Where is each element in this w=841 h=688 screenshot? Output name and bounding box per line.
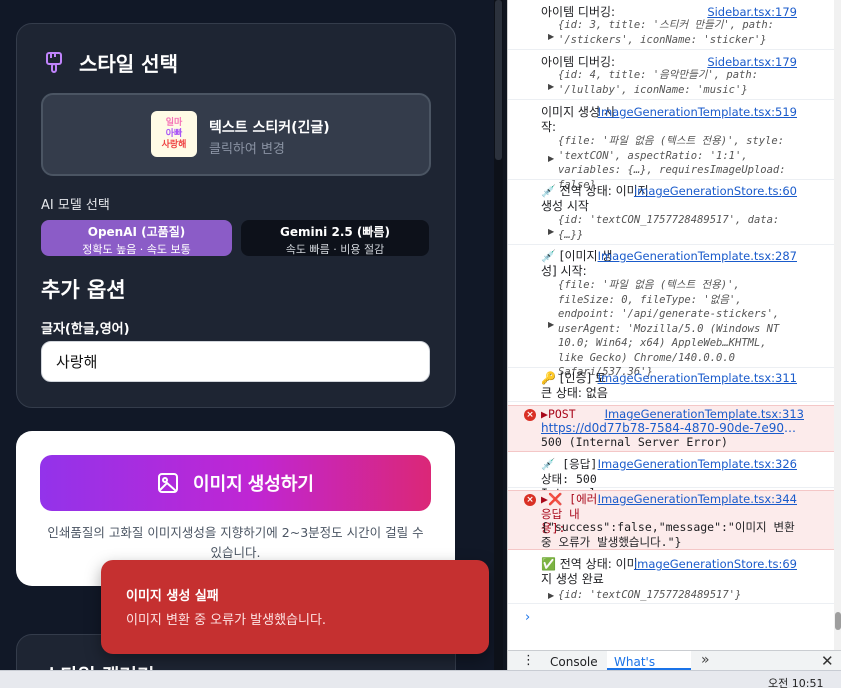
log-body: {"success":false,"message":"이미지 변환 중 오류가…	[541, 520, 795, 549]
log-source-link[interactable]: ImageGenerationTemplate.tsx:326	[598, 457, 797, 472]
expand-triangle-icon[interactable]: ▶	[548, 30, 554, 45]
error-icon: ×	[524, 409, 536, 421]
tab-label: What's new	[614, 655, 656, 670]
model-option-title: Gemini 2.5 (빠름)	[280, 225, 390, 239]
log-text: ▶POST	[541, 407, 576, 421]
log-object[interactable]: {id: 3, title: '스티커 만들기', path: '/sticke…	[558, 18, 798, 47]
gallery-title: 스타일 갤러리	[43, 661, 155, 670]
selected-style-card[interactable]: 일마 아빠 사랑해 텍스트 스티커(긴글) 클릭하여 변경	[41, 93, 431, 176]
sticker-line: 일마	[165, 117, 183, 128]
app-viewport: 스타일 선택 일마 아빠 사랑해 텍스트 스티커(긴글) 클릭하여 변경 AI …	[0, 0, 503, 670]
console-log-entry: 💉 [응답] 상태: 500 Internal Server Error Ima…	[508, 456, 834, 529]
close-drawer-icon[interactable]: ✕	[821, 652, 834, 670]
console-log-entry: 💉 전역 상태: 이미지 생성 시작 imageGenerationStore.…	[508, 183, 834, 245]
log-method: POST	[547, 407, 576, 421]
toast-message: 이미지 변환 중 오류가 발생했습니다.	[126, 613, 327, 628]
error-toast[interactable]: 이미지 생성 실패 이미지 변환 중 오류가 발생했습니다.	[101, 560, 489, 654]
sticker-line: 아빠	[165, 128, 183, 139]
style-selection-panel: 스타일 선택 일마 아빠 사랑해 텍스트 스티커(긴글) 클릭하여 변경 AI …	[16, 23, 456, 408]
model-option-subtitle: 정확도 높음 · 속도 보통	[82, 243, 191, 256]
log-source-link[interactable]: imageGenerationStore.ts:69	[634, 557, 797, 572]
toast-title: 이미지 생성 실패	[126, 589, 219, 604]
expand-triangle-icon[interactable]: ▶	[548, 589, 554, 604]
taskbar-clock: 오전 10:51	[768, 677, 824, 688]
console-scrollbar-thumb[interactable]	[835, 612, 841, 630]
expand-triangle-icon[interactable]: ▶	[548, 225, 554, 240]
log-object[interactable]: {file: '파일 없음 (텍스트 전용)', fileSize: 0, fi…	[558, 278, 798, 380]
app-scrollbar-thumb[interactable]	[495, 0, 502, 160]
log-source-link[interactable]: ImageGenerationTemplate.tsx:313	[605, 407, 804, 422]
log-source-link[interactable]: ImageGenerationTemplate.tsx:519	[598, 105, 797, 120]
expand-triangle-icon[interactable]: ▶	[548, 152, 554, 167]
taskbar: 오전 10:51	[0, 670, 841, 688]
selected-style-hint: 클릭하여 변경	[209, 142, 285, 157]
style-section-header: 스타일 선택	[43, 48, 178, 77]
log-text: ✅ 전역 상태: 이미지 생성 완료	[541, 557, 638, 586]
console-prompt-caret[interactable]: ›	[525, 610, 530, 625]
model-option-title: OpenAI (고품질)	[87, 225, 186, 239]
sticker-text-input[interactable]	[41, 341, 430, 382]
generate-button-label: 이미지 생성하기	[193, 474, 314, 494]
tab-whats-new[interactable]: What's new×	[607, 651, 691, 670]
screen: 스타일 선택 일마 아빠 사랑해 텍스트 스티커(긴글) 클릭하여 변경 AI …	[0, 0, 841, 688]
paintbrush-icon	[46, 51, 62, 73]
log-status: 500 (Internal Server Error)	[541, 435, 728, 449]
generate-image-button[interactable]: 이미지 생성하기	[40, 455, 431, 511]
expand-triangle-icon[interactable]: ▶	[548, 80, 554, 95]
expand-triangle-icon[interactable]: ▶	[548, 318, 554, 333]
console-log-entry: 이미지 생성 시작: ImageGenerationTemplate.tsx:5…	[508, 104, 834, 191]
sticker-line: 사랑해	[161, 139, 187, 150]
generate-note: 인쇄품질의 고화질 이미지생성을 지향하기에 2~3분정도 시간이 걸릴 수 있…	[47, 525, 424, 560]
console-log-entry: 아이템 디버깅: Sidebar.tsx:179 ▶ {id: 3, title…	[508, 4, 834, 50]
log-source-link[interactable]: imageGenerationStore.ts:60	[634, 184, 797, 199]
text-field-label: 글자(한글,영어)	[41, 322, 130, 337]
console-log-entry: 아이템 디버깅: Sidebar.tsx:179 ▶ {id: 4, title…	[508, 54, 834, 100]
style-thumbnail: 일마 아빠 사랑해	[151, 111, 197, 157]
console-log-entry: 🔑 [인증] 토큰 상태: 없음 ImageGenerationTemplate…	[508, 370, 834, 402]
log-source-link[interactable]: ImageGenerationTemplate.tsx:344	[598, 492, 797, 507]
devtools-console: 아이템 디버깅: Sidebar.tsx:179 ▶ {id: 3, title…	[507, 0, 841, 670]
model-option-gemini[interactable]: Gemini 2.5 (빠름) 속도 빠름 · 비용 절감	[241, 220, 429, 256]
console-log-entry: 💉 [이미지 생성] 시작: ImageGenerationTemplate.t…	[508, 248, 834, 378]
app-scrollbar[interactable]	[494, 0, 503, 670]
more-tabs-icon[interactable]: »	[701, 652, 710, 668]
log-source-link[interactable]: ImageGenerationTemplate.tsx:311	[598, 371, 797, 386]
console-error-entry: × ▶POST ImageGenerationTemplate.tsx:313 …	[508, 405, 834, 452]
request-url-link[interactable]: https://d0d77b78-7584-4870-90de-7e90bf48…	[541, 421, 803, 436]
image-icon	[158, 473, 179, 493]
selected-style-name: 텍스트 스티커(긴글)	[209, 120, 330, 136]
log-object[interactable]: {id: 4, title: '음악만들기', path: '/lullaby'…	[558, 68, 798, 97]
console-error-entry: × ▶❌ [에러 응답 내용]: ImageGenerationTemplate…	[508, 490, 834, 550]
model-option-openai[interactable]: OpenAI (고품질) 정확도 높음 · 속도 보통	[41, 220, 232, 256]
style-section-title: 스타일 선택	[79, 52, 178, 76]
console-log-entry: ✅ 전역 상태: 이미지 생성 완료 imageGenerationStore.…	[508, 556, 834, 604]
log-object[interactable]: {id: 'textCON_1757728489517'}	[558, 588, 798, 603]
log-source-link[interactable]: ImageGenerationTemplate.tsx:287	[598, 249, 797, 264]
extra-options-title: 추가 옵션	[41, 278, 126, 302]
model-option-subtitle: 속도 빠름 · 비용 절감	[285, 243, 385, 256]
more-options-icon[interactable]: ⋮	[522, 653, 535, 668]
log-object[interactable]: {id: 'textCON_1757728489517', data: {…}}	[558, 213, 798, 242]
error-icon: ×	[524, 494, 536, 506]
console-scrollbar[interactable]	[834, 0, 841, 650]
model-section-label: AI 모델 선택	[41, 198, 110, 213]
tab-console[interactable]: Console	[550, 655, 598, 669]
devtools-drawer-tabs: ⋮ Console What's new× » ✕	[508, 650, 841, 670]
